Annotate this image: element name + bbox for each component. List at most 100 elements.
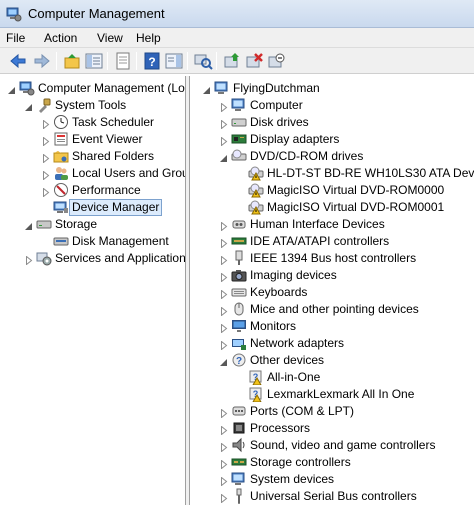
left_tree-label: Services and Applications bbox=[55, 251, 186, 265]
expand-arrow-icon[interactable] bbox=[220, 118, 228, 130]
right_tree-label: Imaging devices bbox=[250, 268, 337, 282]
expand-arrow-icon[interactable] bbox=[220, 305, 228, 317]
right_tree-label: Monitors bbox=[250, 319, 297, 333]
expand-arrow-icon[interactable] bbox=[42, 152, 50, 164]
collapse-arrow-icon[interactable] bbox=[25, 220, 33, 230]
right_tree-label: MagicISO Virtual DVD-ROM0000 bbox=[267, 183, 445, 197]
right_tree-label: Keyboards bbox=[250, 285, 308, 299]
expand-arrow-icon[interactable] bbox=[220, 288, 228, 300]
no-expander bbox=[42, 203, 50, 212]
expand-arrow-icon[interactable] bbox=[42, 135, 50, 147]
left_tree-label: Storage bbox=[55, 217, 98, 231]
right_tree-label: HL-DT-ST BD-RE WH10LS30 ATA Device bbox=[267, 166, 474, 180]
menu-action[interactable]: Action bbox=[44, 31, 77, 45]
expand-arrow-icon[interactable] bbox=[220, 458, 228, 470]
expand-arrow-icon[interactable] bbox=[220, 271, 228, 283]
no-expander bbox=[237, 390, 245, 399]
system-devices-icon bbox=[231, 471, 247, 487]
right_tree-label: Display adapters bbox=[250, 132, 340, 146]
expand-arrow-icon[interactable] bbox=[220, 475, 228, 487]
action-pane-icon[interactable] bbox=[164, 51, 184, 71]
left_tree-label: Shared Folders bbox=[72, 149, 155, 163]
console-tree-pane[interactable]: Computer Management (Local System Tools Ta… bbox=[0, 76, 186, 505]
expand-arrow-icon[interactable] bbox=[220, 424, 228, 436]
system-tools-icon bbox=[36, 97, 52, 113]
expand-arrow-icon[interactable] bbox=[220, 492, 228, 504]
menu-help[interactable]: Help bbox=[136, 31, 161, 45]
forward-arrow-icon[interactable] bbox=[32, 51, 52, 71]
expand-arrow-icon[interactable] bbox=[220, 339, 228, 351]
storage-icon bbox=[36, 216, 52, 232]
device-manager-icon bbox=[53, 199, 69, 215]
collapse-arrow-icon[interactable] bbox=[25, 101, 33, 111]
svg-text:?: ? bbox=[236, 356, 242, 367]
device-tree-pane[interactable]: FlyingDutchman Computer Disk drives Display… bbox=[191, 76, 474, 505]
expand-arrow-icon[interactable] bbox=[42, 118, 50, 130]
right_tree-label: IEEE 1394 Bus host controllers bbox=[250, 251, 417, 265]
right_tree-label: Mice and other pointing devices bbox=[250, 302, 419, 316]
dvd-drive-icon bbox=[231, 148, 247, 164]
right_tree-label: Disk drives bbox=[250, 115, 309, 129]
expand-arrow-icon[interactable] bbox=[42, 169, 50, 181]
toolbar-separator bbox=[107, 52, 108, 70]
back-arrow-icon[interactable] bbox=[8, 51, 28, 71]
shared-folders-icon bbox=[53, 148, 69, 164]
collapse-arrow-icon[interactable] bbox=[203, 84, 211, 94]
toolbar-separator bbox=[136, 52, 137, 70]
right_tree-label: Ports (COM & LPT) bbox=[250, 404, 355, 418]
right_tree-label: FlyingDutchman bbox=[233, 81, 320, 95]
ieee1394-icon bbox=[231, 250, 247, 266]
right_tree-label: Processors bbox=[250, 421, 311, 435]
left_tree-label: Performance bbox=[72, 183, 141, 197]
toolbar-separator bbox=[187, 52, 188, 70]
right_tree-label: IDE ATA/ATAPI controllers bbox=[250, 234, 390, 248]
expand-arrow-icon[interactable] bbox=[220, 407, 228, 419]
expand-arrow-icon[interactable] bbox=[220, 322, 228, 334]
pane-splitter[interactable] bbox=[186, 76, 190, 505]
other-devices-icon: ? bbox=[231, 352, 247, 368]
disk-management-icon bbox=[53, 233, 69, 249]
up-folder-icon[interactable] bbox=[62, 51, 82, 71]
expand-arrow-icon[interactable] bbox=[220, 135, 228, 147]
collapse-arrow-icon[interactable] bbox=[8, 84, 16, 94]
expand-arrow-icon[interactable] bbox=[220, 220, 228, 232]
menu-view[interactable]: View bbox=[97, 31, 123, 45]
properties-icon[interactable] bbox=[113, 51, 133, 71]
expand-arrow-icon[interactable] bbox=[25, 254, 33, 266]
collapse-arrow-icon[interactable] bbox=[220, 152, 228, 162]
performance-icon bbox=[53, 182, 69, 198]
expand-arrow-icon[interactable] bbox=[220, 254, 228, 266]
left_tree-label: Task Scheduler bbox=[72, 115, 155, 129]
task-scheduler-icon bbox=[53, 114, 69, 130]
scan-hardware-icon[interactable] bbox=[193, 51, 213, 71]
left_tree-label: Local Users and Groups bbox=[72, 166, 185, 180]
collapse-arrow-icon[interactable] bbox=[220, 356, 228, 366]
right_tree-label: DVD/CD-ROM drives bbox=[250, 149, 364, 163]
show-hide-tree-icon[interactable] bbox=[84, 51, 104, 71]
no-expander bbox=[237, 169, 245, 178]
no-expander bbox=[237, 186, 245, 195]
menu-file[interactable]: File bbox=[6, 31, 25, 45]
expand-arrow-icon[interactable] bbox=[220, 237, 228, 249]
monitor-icon bbox=[231, 318, 247, 334]
left_tree-label: Device Manager bbox=[68, 199, 163, 216]
left_tree-label: System Tools bbox=[55, 98, 127, 112]
expand-arrow-icon[interactable] bbox=[220, 101, 228, 113]
computer-management-app-icon bbox=[6, 6, 22, 22]
uninstall-device-icon[interactable] bbox=[244, 51, 264, 71]
right_tree-label: Storage controllers bbox=[250, 455, 351, 469]
toolbar-separator bbox=[56, 52, 57, 70]
expand-arrow-icon[interactable] bbox=[220, 441, 228, 453]
hid-icon bbox=[231, 216, 247, 232]
right_tree-label: Network adapters bbox=[250, 336, 345, 350]
help-icon[interactable]: ? bbox=[142, 51, 162, 71]
usb-icon bbox=[231, 488, 247, 504]
event-viewer-icon bbox=[53, 131, 69, 147]
disable-device-icon[interactable] bbox=[266, 51, 286, 71]
update-driver-icon[interactable] bbox=[222, 51, 242, 71]
toolbar-separator bbox=[216, 52, 217, 70]
expand-arrow-icon[interactable] bbox=[42, 186, 50, 198]
services-applications-icon bbox=[36, 250, 52, 266]
users-groups-icon bbox=[53, 165, 69, 181]
menu-bar: File Action View Help bbox=[0, 28, 474, 48]
